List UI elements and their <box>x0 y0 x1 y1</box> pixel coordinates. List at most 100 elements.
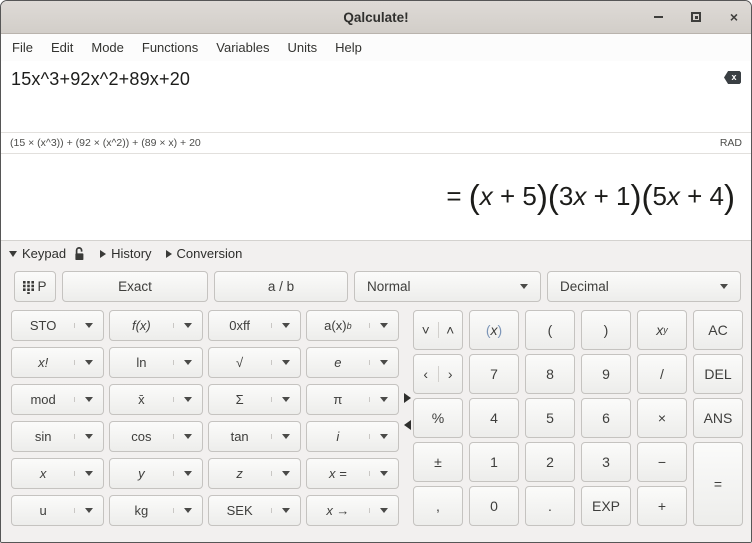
key-ln-main[interactable]: ln <box>110 355 172 370</box>
key-tan-menu[interactable] <box>271 434 300 439</box>
key-fx-menu[interactable] <box>173 323 202 328</box>
key-kg[interactable]: kg <box>109 495 202 526</box>
key-mean[interactable]: x̄ <box>109 384 202 415</box>
key-cos-main[interactable]: cos <box>110 429 172 444</box>
key-mean-main[interactable]: x̄ <box>110 392 172 407</box>
keypad-toggle[interactable]: Keypad <box>9 246 86 261</box>
key-x-to-menu[interactable] <box>369 508 398 513</box>
key-ac[interactable]: AC <box>693 310 743 350</box>
key-smart-parens[interactable]: (x) <box>469 310 519 350</box>
key-multiply[interactable]: × <box>637 398 687 438</box>
key-percent[interactable]: % <box>413 398 463 438</box>
key-7[interactable]: 7 <box>469 354 519 394</box>
key-ln-menu[interactable] <box>173 360 202 365</box>
key-x[interactable]: x <box>11 458 104 489</box>
key-scroll-up[interactable]: ˄ <box>438 322 463 338</box>
key-sto[interactable]: STO <box>11 310 104 341</box>
key-y-main[interactable]: y <box>110 466 172 481</box>
minimize-button[interactable] <box>649 8 667 26</box>
key-cos-menu[interactable] <box>173 434 202 439</box>
expression-input[interactable]: 15x^3+92x^2+89x+20 <box>11 69 721 90</box>
key-z-main[interactable]: z <box>209 466 271 481</box>
maximize-button[interactable] <box>687 8 705 26</box>
key-x-menu[interactable] <box>74 471 103 476</box>
key-plus[interactable]: + <box>637 486 687 526</box>
key-sum-main[interactable]: Σ <box>209 392 271 407</box>
key-y[interactable]: y <box>109 458 202 489</box>
key-kg-main[interactable]: kg <box>110 503 172 518</box>
key-hex[interactable]: 0xff <box>208 310 301 341</box>
key-cursor-left[interactable]: ‹ <box>414 366 438 382</box>
key-x-equals-main[interactable]: x = <box>307 466 369 481</box>
key-divide[interactable]: / <box>637 354 687 394</box>
key-fx-main[interactable]: f(x) <box>110 318 172 333</box>
key-sum[interactable]: Σ <box>208 384 301 415</box>
key-cos[interactable]: cos <box>109 421 202 452</box>
key-mod-main[interactable]: mod <box>12 392 74 407</box>
key-i-main[interactable]: i <box>307 429 369 444</box>
history-toggle[interactable]: History <box>100 246 151 261</box>
menu-functions[interactable]: Functions <box>133 36 207 59</box>
key-equals[interactable]: = <box>693 442 743 526</box>
menu-edit[interactable]: Edit <box>42 36 82 59</box>
key-sek[interactable]: SEK <box>208 495 301 526</box>
key-sin-main[interactable]: sin <box>12 429 74 444</box>
menu-variables[interactable]: Variables <box>207 36 278 59</box>
key-1[interactable]: 1 <box>469 442 519 482</box>
key-2[interactable]: 2 <box>525 442 575 482</box>
key-x-equals[interactable]: x = <box>306 458 399 489</box>
key-6[interactable]: 6 <box>581 398 631 438</box>
key-sek-menu[interactable] <box>271 508 300 513</box>
angle-mode-indicator[interactable]: RAD <box>720 137 742 149</box>
key-x-to-main[interactable]: x → <box>307 503 369 518</box>
key-ln[interactable]: ln <box>109 347 202 378</box>
key-mod[interactable]: mod <box>11 384 104 415</box>
close-button[interactable]: × <box>725 8 743 26</box>
menu-file[interactable]: File <box>3 36 42 59</box>
key-mean-menu[interactable] <box>173 397 202 402</box>
key-8[interactable]: 8 <box>525 354 575 394</box>
key-ans[interactable]: ANS <box>693 398 743 438</box>
key-sqrt-main[interactable]: √ <box>209 355 271 370</box>
key-a-x-b-main[interactable]: a(x)b <box>307 318 369 333</box>
key-dot[interactable]: . <box>525 486 575 526</box>
key-del[interactable]: DEL <box>693 354 743 394</box>
exact-toggle-button[interactable]: Exact <box>62 271 208 302</box>
menu-mode[interactable]: Mode <box>82 36 133 59</box>
programming-keypad-button[interactable]: P <box>14 271 56 302</box>
keypad-page-back-icon[interactable] <box>404 420 411 430</box>
key-e-menu[interactable] <box>369 360 398 365</box>
key-cursor-right[interactable]: › <box>438 366 463 382</box>
key-x-main[interactable]: x <box>12 466 74 481</box>
key-5[interactable]: 5 <box>525 398 575 438</box>
key-minus[interactable]: − <box>637 442 687 482</box>
number-base-dropdown[interactable]: Decimal <box>547 271 741 302</box>
key-scroll[interactable]: ˅˄ <box>413 310 463 350</box>
menu-help[interactable]: Help <box>326 36 371 59</box>
key-sto-main[interactable]: STO <box>12 318 74 333</box>
clear-expression-button[interactable]: x <box>724 71 741 84</box>
key-tan-main[interactable]: tan <box>209 429 271 444</box>
key-sin[interactable]: sin <box>11 421 104 452</box>
conversion-toggle[interactable]: Conversion <box>166 246 243 261</box>
key-exp[interactable]: EXP <box>581 486 631 526</box>
key-a-x-b[interactable]: a(x)b <box>306 310 399 341</box>
key-comma[interactable]: , <box>413 486 463 526</box>
key-x-to[interactable]: x → <box>306 495 399 526</box>
key-u-menu[interactable] <box>74 508 103 513</box>
key-power[interactable]: xy <box>637 310 687 350</box>
key-sqrt-menu[interactable] <box>271 360 300 365</box>
key-3[interactable]: 3 <box>581 442 631 482</box>
key-x-equals-menu[interactable] <box>369 471 398 476</box>
key-hex-main[interactable]: 0xff <box>209 318 271 333</box>
key-sqrt[interactable]: √ <box>208 347 301 378</box>
key-sin-menu[interactable] <box>74 434 103 439</box>
key-cursor[interactable]: ‹› <box>413 354 463 394</box>
key-4[interactable]: 4 <box>469 398 519 438</box>
key-y-menu[interactable] <box>173 471 202 476</box>
key-z-menu[interactable] <box>271 471 300 476</box>
key-factorial-main[interactable]: x! <box>12 355 74 370</box>
key-u-main[interactable]: u <box>12 503 74 518</box>
key-0[interactable]: 0 <box>469 486 519 526</box>
menu-units[interactable]: Units <box>279 36 327 59</box>
